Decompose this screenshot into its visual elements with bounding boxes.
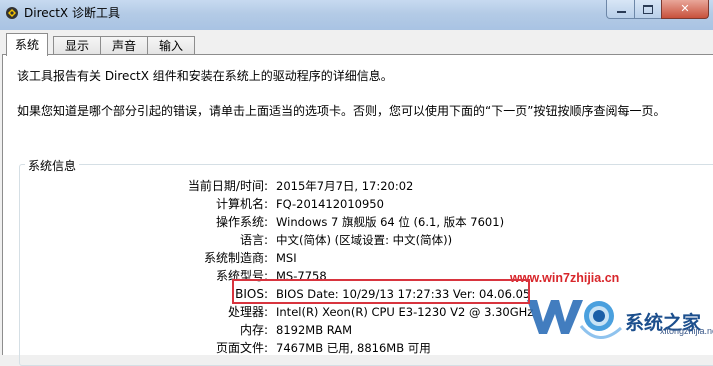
info-value-datetime: 2015年7月7日, 17:20:02 <box>276 179 414 193</box>
info-value-memory: 8192MB RAM <box>276 323 353 337</box>
info-label: 系统制造商: <box>203 251 268 265</box>
description-line-1: 该工具报告有关 DirectX 组件和安装在系统上的驱动程序的详细信息。 <box>17 69 393 83</box>
info-label: 处理器: <box>227 305 268 319</box>
info-row-language: 语言: <box>118 231 268 249</box>
maximize-button[interactable] <box>634 0 662 19</box>
info-value-pagefile: 7467MB 已用, 8816MB 可用 <box>276 341 431 355</box>
info-row-pagefile: 页面文件: <box>118 339 268 357</box>
directx-icon <box>6 7 18 19</box>
info-row-os: 操作系统: <box>118 213 268 231</box>
info-label: 页面文件: <box>215 341 268 355</box>
tab-system[interactable]: 系统 <box>6 33 48 56</box>
tab-sound[interactable]: 声音 <box>100 36 148 55</box>
title-bar: DirectX 诊断工具 ✕ <box>0 0 713 30</box>
info-label: 操作系统: <box>215 215 268 229</box>
description-line-2: 如果您知道是哪个部分引起的错误，请单击上面适当的选项卡。否则，您可以使用下面的“… <box>17 104 666 118</box>
tab-input[interactable]: 输入 <box>147 36 195 55</box>
system-info-title: 系统信息 <box>25 157 80 174</box>
info-value-manufacturer: MSI <box>276 251 297 265</box>
info-row-memory: 内存: <box>118 321 268 339</box>
info-row-manufacturer: 系统制造商: <box>118 249 268 267</box>
info-label: 计算机名: <box>215 197 268 211</box>
info-label: 语言: <box>239 233 268 247</box>
tab-display[interactable]: 显示 <box>53 36 101 55</box>
watermark-logo-icon: 系统之家 <box>527 300 702 339</box>
bios-highlight-box <box>232 279 530 304</box>
info-row-processor: 处理器: <box>118 303 268 321</box>
info-row-datetime: 当前日期/时间: <box>118 177 268 195</box>
info-label: 当前日期/时间: <box>187 179 268 193</box>
info-row-computer-name: 计算机名: <box>118 195 268 213</box>
info-value-language: 中文(简体) (区域设置: 中文(简体)) <box>276 233 453 247</box>
window-title: DirectX 诊断工具 <box>24 6 120 20</box>
info-value-computer-name: FQ-201412010950 <box>276 197 384 211</box>
info-label: 内存: <box>239 323 268 337</box>
close-button[interactable]: ✕ <box>661 0 709 19</box>
minimize-button[interactable] <box>606 0 636 19</box>
info-value-processor: Intel(R) Xeon(R) CPU E3-1230 V2 @ 3.30GH… <box>276 305 534 319</box>
watermark-site-url: xitongzhijia.net <box>660 326 713 336</box>
info-value-os: Windows 7 旗舰版 64 位 (6.1, 版本 7601) <box>276 215 505 229</box>
